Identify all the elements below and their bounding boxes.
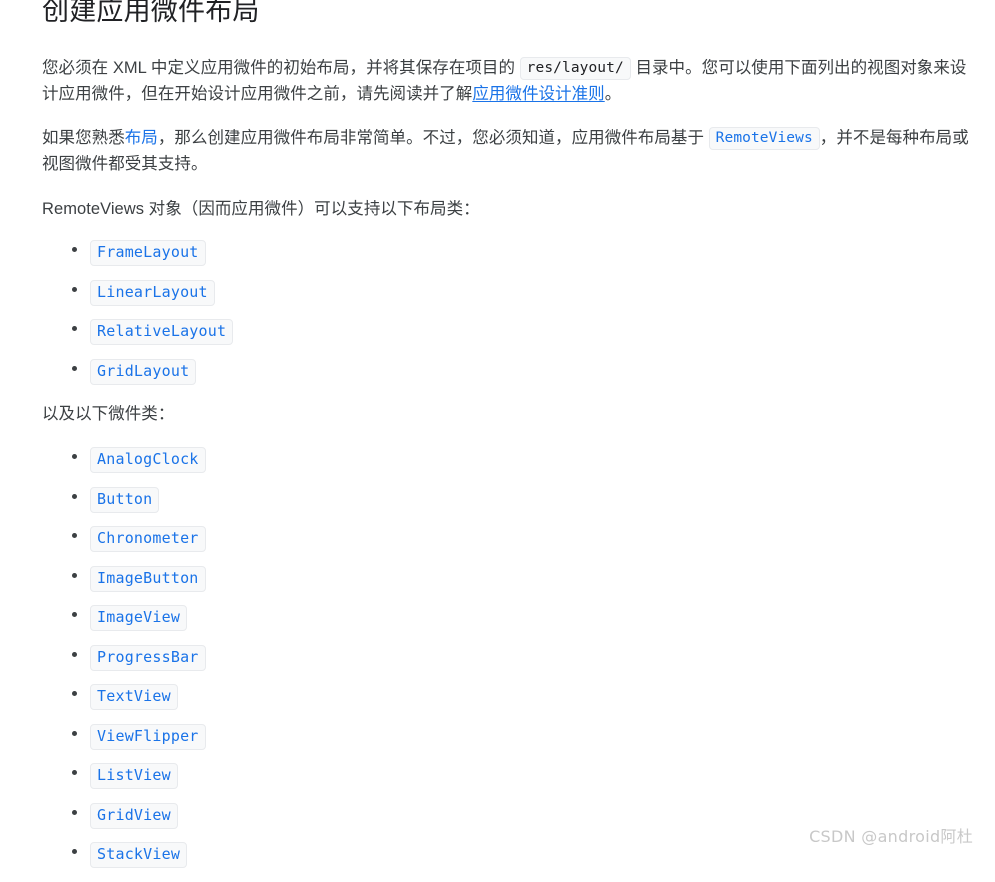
link-app-widget-design-guidelines[interactable]: 应用微件设计准则 <box>472 85 604 103</box>
bullet-icon <box>72 612 77 617</box>
page-title: 创建应用微件布局 <box>42 0 260 26</box>
bullet-icon <box>72 493 77 499</box>
list-item: Chronometer <box>42 526 542 566</box>
paragraph-remoteviews-text-2: ，那么创建应用微件布局非常简单。不过，您必须知道，应用微件布局基于 <box>157 129 709 147</box>
code-chip-chronometer[interactable]: Chronometer <box>90 526 206 552</box>
code-chip-linearlayout[interactable]: LinearLayout <box>90 279 215 306</box>
inline-code-res-layout: res/layout/ <box>519 57 631 80</box>
list-item: GridLayout <box>42 358 542 399</box>
inline-code-remoteviews[interactable]: RemoteViews <box>708 127 820 150</box>
list-item: ListView <box>42 763 542 803</box>
list-item: ImageButton <box>42 565 542 606</box>
list-item: LinearLayout <box>42 279 542 320</box>
paragraph-intro: 您必须在 XML 中定义应用微件的初始布局，并将其保存在项目的 res/layo… <box>42 55 974 107</box>
bullet-icon <box>72 849 77 854</box>
paragraph-remoteviews-text-1: 如果您熟悉 <box>42 129 125 147</box>
list-item: ImageView <box>42 605 542 645</box>
code-chip-relativelayout[interactable]: RelativeLayout <box>90 319 234 345</box>
bullet-icon <box>72 572 77 578</box>
paragraph-remoteviews: 如果您熟悉布局，那么创建应用微件布局非常简单。不过，您必须知道，应用微件布局基于… <box>42 125 974 177</box>
list-item: RelativeLayout <box>42 319 542 359</box>
bullet-icon <box>72 247 77 252</box>
code-chip-textview[interactable]: TextView <box>90 684 178 710</box>
paragraph-intro-text-1: 您必须在 XML 中定义应用微件的初始布局，并将其保存在项目的 <box>42 59 520 77</box>
csdn-watermark: CSDN @android阿杜 <box>809 827 973 846</box>
list-item: Button <box>42 486 542 527</box>
link-layouts[interactable]: 布局 <box>125 129 158 147</box>
bullet-icon <box>72 326 77 331</box>
code-chip-gridlayout[interactable]: GridLayout <box>90 358 197 385</box>
bullet-icon <box>72 365 77 371</box>
list-item: GridView <box>42 802 542 843</box>
bullet-icon <box>72 809 77 815</box>
paragraph-supported-layouts-intro: RemoteViews 对象（因而应用微件）可以支持以下布局类： <box>42 200 480 218</box>
code-chip-imageview[interactable]: ImageView <box>90 605 188 631</box>
paragraph-supported-widgets-intro: 以及以下微件类： <box>42 405 175 423</box>
list-item: ViewFlipper <box>42 723 542 764</box>
code-chip-gridview[interactable]: GridView <box>90 802 178 829</box>
document-page: 创建应用微件布局 您必须在 XML 中定义应用微件的初始布局，并将其保存在项目的… <box>0 0 995 868</box>
code-chip-stackview[interactable]: StackView <box>90 842 188 868</box>
code-chip-button[interactable]: Button <box>90 486 160 513</box>
bullet-icon <box>72 454 77 459</box>
list-item: AnalogClock <box>42 447 542 487</box>
bullet-icon <box>72 286 77 292</box>
paragraph-intro-text-3: 。 <box>604 85 622 103</box>
code-chip-framelayout[interactable]: FrameLayout <box>90 240 206 266</box>
bullet-icon <box>72 770 77 775</box>
code-chip-progressbar[interactable]: ProgressBar <box>90 644 206 671</box>
code-chip-viewflipper[interactable]: ViewFlipper <box>90 723 206 750</box>
code-chip-analogclock[interactable]: AnalogClock <box>90 447 206 473</box>
bullet-icon <box>72 533 77 538</box>
bullet-icon <box>72 651 77 657</box>
widget-class-list: AnalogClock Button Chronometer ImageButt… <box>42 447 542 882</box>
code-chip-imagebutton[interactable]: ImageButton <box>90 565 206 592</box>
list-item: ProgressBar <box>42 644 542 685</box>
bullet-icon <box>72 730 77 736</box>
layout-class-list: FrameLayout LinearLayout RelativeLayout … <box>42 240 542 398</box>
list-item: StackView <box>42 842 542 882</box>
bullet-icon <box>72 691 77 696</box>
code-chip-listview[interactable]: ListView <box>90 763 178 789</box>
list-item: FrameLayout <box>42 240 542 280</box>
list-item: TextView <box>42 684 542 724</box>
